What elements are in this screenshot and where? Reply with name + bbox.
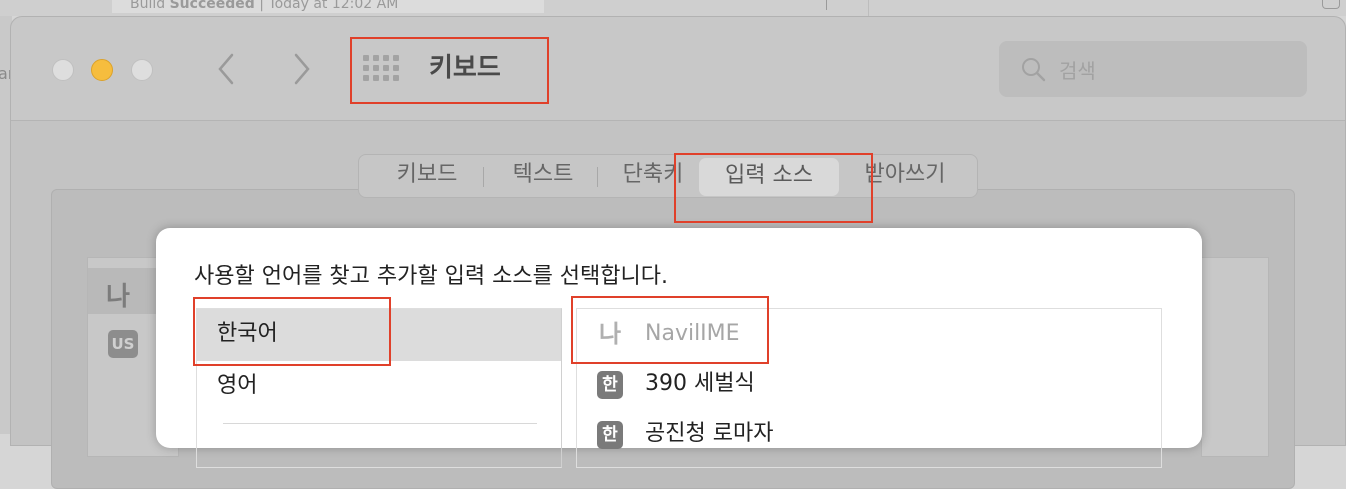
build-status-suffix: | Today at 12:02 AM [254, 0, 399, 12]
zoom-button[interactable] [131, 59, 153, 81]
sheet-instruction: 사용할 언어를 찾고 추가할 입력 소스를 선택합니다. [194, 264, 668, 289]
window-corner-icon [1322, 0, 1340, 9]
us-input-icon[interactable]: US [108, 330, 138, 358]
build-status-bold: Succeeded [169, 0, 255, 12]
hangul-input-icon: 한 [597, 371, 623, 399]
close-button[interactable] [52, 59, 74, 81]
preferences-tab-bar: 키보드 텍스트 단축키 입력 소스 받아쓰기 [358, 154, 978, 198]
tab-divider [483, 167, 484, 187]
search-icon [1022, 58, 1046, 82]
back-button[interactable] [207, 47, 247, 91]
highlight-naviime-source [571, 296, 769, 364]
chevron-left-icon [218, 53, 234, 85]
forward-button[interactable] [281, 47, 321, 91]
title-bar: 키보드 검색 [11, 17, 1345, 121]
highlight-window-title [350, 37, 549, 104]
source-item-romaja[interactable]: 한 공진청 로마자 [577, 409, 1161, 459]
build-status-prefix: Build [130, 0, 170, 12]
toolbar-divider [826, 0, 827, 10]
tab-keyboard[interactable]: 키보드 [371, 155, 483, 197]
tab-divider [597, 167, 598, 187]
input-source-preview [1201, 257, 1269, 457]
language-item-english[interactable]: 영어 [197, 361, 561, 413]
chevron-right-icon [294, 53, 310, 85]
build-status: Build Succeeded | Today at 12:02 AM [112, 0, 544, 13]
tab-text[interactable]: 텍스트 [489, 155, 597, 197]
source-label: 공진청 로마자 [645, 421, 774, 446]
minimize-button[interactable] [91, 59, 113, 81]
highlight-korean-language [193, 297, 391, 366]
search-field[interactable]: 검색 [999, 41, 1307, 97]
korean-input-icon: 나 [106, 282, 130, 312]
toolbar-divider [868, 0, 869, 16]
search-placeholder: 검색 [1059, 59, 1096, 83]
list-divider [223, 423, 537, 424]
source-item-390-sebeolsik[interactable]: 한 390 세벌식 [577, 359, 1161, 409]
hangul-input-icon: 한 [597, 421, 623, 449]
source-label: 390 세벌식 [645, 371, 755, 396]
highlight-input-sources-tab [674, 153, 873, 223]
